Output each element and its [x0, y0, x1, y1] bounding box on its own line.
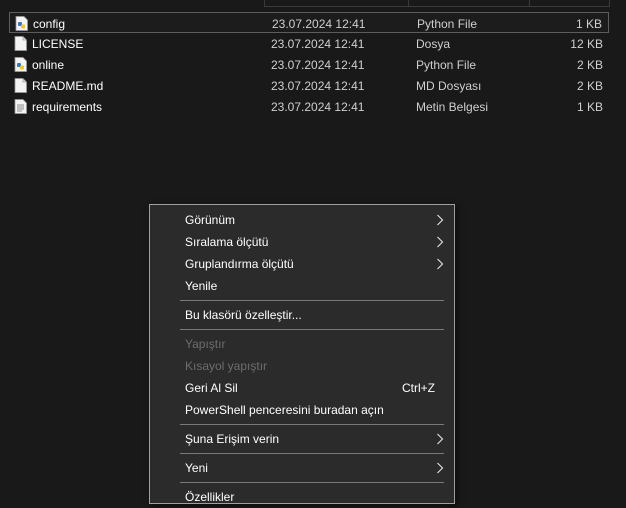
chevron-right-icon	[436, 433, 444, 445]
menu-item-view[interactable]: Görünüm	[150, 209, 454, 231]
menu-item-new[interactable]: Yeni	[150, 457, 454, 479]
menu-item-paste[interactable]: Yapıştır	[150, 333, 454, 355]
file-row-license[interactable]: LICENSE 23.07.2024 12:41 Dosya 12 KB	[9, 33, 609, 54]
menu-separator	[180, 453, 444, 454]
chevron-right-icon	[436, 462, 444, 474]
menu-item-shortcut: Ctrl+Z	[402, 381, 435, 395]
chevron-right-icon	[436, 214, 444, 226]
menu-item-label: Yenile	[185, 279, 218, 293]
file-date: 23.07.2024 12:41	[271, 37, 365, 51]
file-size: 1 KB	[575, 17, 602, 31]
file-size: 2 KB	[576, 79, 603, 93]
column-header-strip	[0, 0, 626, 7]
menu-item-label: Kısayol yapıştır	[185, 359, 268, 373]
menu-item-label: Yapıştır	[185, 337, 226, 351]
file-type: Dosya	[416, 37, 451, 51]
menu-separator	[180, 300, 444, 301]
menu-separator	[180, 424, 444, 425]
menu-item-properties[interactable]: Özellikler	[150, 486, 454, 508]
header-baseline	[264, 6, 610, 7]
file-size: 12 KB	[570, 37, 603, 51]
file-date: 23.07.2024 12:41	[271, 58, 365, 72]
menu-item-undo-delete[interactable]: Geri Al Sil Ctrl+Z	[150, 377, 454, 399]
file-row-readme[interactable]: README.md 23.07.2024 12:41 MD Dosyası 2 …	[9, 75, 609, 96]
text-file-icon	[14, 99, 27, 114]
menu-item-paste-shortcut[interactable]: Kısayol yapıştır	[150, 355, 454, 377]
menu-item-sort-by[interactable]: Sıralama ölçütü	[150, 231, 454, 253]
file-name: README.md	[32, 79, 104, 93]
menu-item-group-by[interactable]: Gruplandırma ölçütü	[150, 253, 454, 275]
menu-item-label: Özellikler	[185, 490, 235, 504]
menu-item-label: Geri Al Sil	[185, 381, 238, 395]
menu-item-open-powershell[interactable]: PowerShell penceresini buradan açın	[150, 399, 454, 421]
file-row-config[interactable]: config 23.07.2024 12:41 Python File 1 KB	[9, 12, 609, 33]
file-name: requirements	[32, 100, 103, 114]
menu-item-give-access[interactable]: Şuna Erişim verin	[150, 428, 454, 450]
file-size: 2 KB	[576, 58, 603, 72]
file-type: Metin Belgesi	[416, 100, 489, 114]
file-type: Python File	[417, 17, 478, 31]
file-date: 23.07.2024 12:41	[272, 17, 366, 31]
menu-item-label: PowerShell penceresini buradan açın	[185, 403, 384, 417]
menu-item-label: Görünüm	[185, 213, 236, 227]
context-menu: Görünüm Sıralama ölçütü Gruplandırma ölç…	[149, 204, 455, 504]
menu-item-label: Sıralama ölçütü	[185, 235, 269, 249]
file-date: 23.07.2024 12:41	[271, 79, 365, 93]
file-name: config	[33, 17, 66, 31]
python-file-icon	[15, 16, 28, 31]
file-date: 23.07.2024 12:41	[271, 100, 365, 114]
file-row-requirements[interactable]: requirements 23.07.2024 12:41 Metin Belg…	[9, 96, 609, 117]
file-type: Python File	[416, 58, 477, 72]
python-file-icon	[14, 57, 27, 72]
menu-separator	[180, 482, 444, 483]
file-size: 1 KB	[576, 100, 603, 114]
file-type: MD Dosyası	[416, 79, 482, 93]
menu-item-label: Şuna Erişim verin	[185, 432, 280, 446]
file-row-online[interactable]: online 23.07.2024 12:41 Python File 2 KB	[9, 54, 609, 75]
menu-item-label: Gruplandırma ölçütü	[185, 257, 294, 271]
file-name: LICENSE	[32, 37, 84, 51]
menu-item-label: Yeni	[185, 461, 208, 475]
menu-item-refresh[interactable]: Yenile	[150, 275, 454, 297]
menu-separator	[180, 329, 444, 330]
blank-file-icon	[14, 78, 27, 93]
chevron-right-icon	[436, 236, 444, 248]
chevron-right-icon	[436, 258, 444, 270]
blank-file-icon	[14, 36, 27, 51]
file-name: online	[32, 58, 65, 72]
menu-item-customize-folder[interactable]: Bu klasörü özelleştir...	[150, 304, 454, 326]
menu-item-label: Bu klasörü özelleştir...	[185, 308, 302, 322]
